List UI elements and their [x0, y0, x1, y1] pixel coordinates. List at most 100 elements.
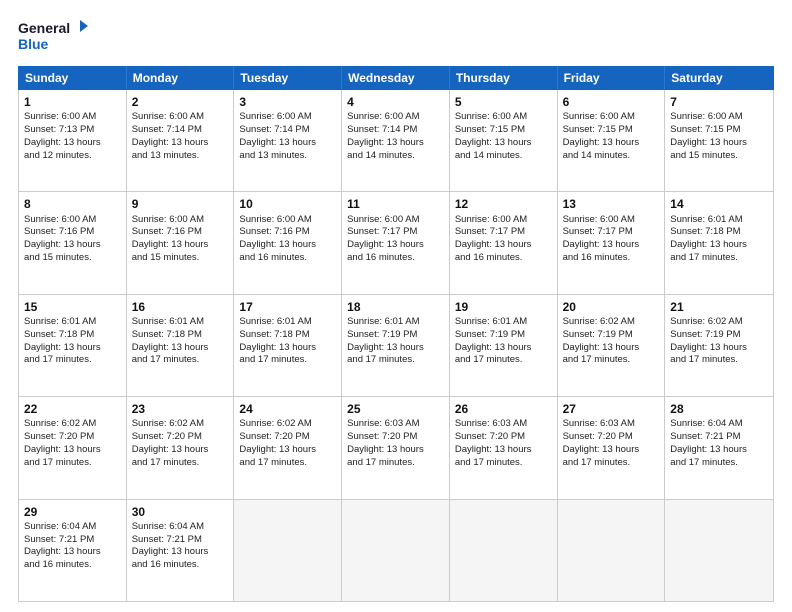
header-cell-wednesday: Wednesday	[342, 66, 450, 90]
day-number: 28	[670, 401, 768, 417]
day-cell-21: 21Sunrise: 6:02 AM Sunset: 7:19 PM Dayli…	[665, 295, 773, 396]
day-number: 23	[132, 401, 229, 417]
day-info: Sunrise: 6:00 AM Sunset: 7:14 PM Dayligh…	[347, 111, 424, 160]
day-cell-12: 12 Sunrise: 6:00 AM Sunset: 7:17 PM Dayli…	[450, 192, 558, 293]
day-cell-29: 29Sunrise: 6:04 AM Sunset: 7:21 PM Dayli…	[19, 500, 127, 601]
page: General Blue SundayMondayTuesdayWednesda…	[0, 0, 792, 612]
day-number: 11	[347, 196, 444, 212]
day-cell-4: 4Sunrise: 6:00 AM Sunset: 7:14 PM Daylig…	[342, 90, 450, 191]
day-number: 22	[24, 401, 121, 417]
header-cell-saturday: Saturday	[665, 66, 773, 90]
day-info: Sunrise: 6:03 AM Sunset: 7:20 PM Dayligh…	[563, 418, 640, 467]
day-info: Sunrise: 6:01 AM Sunset: 7:19 PM Dayligh…	[347, 316, 424, 365]
day-info: Sunrise: 6:01 AM Sunset: 7:18 PM Dayligh…	[670, 214, 747, 263]
day-cell-30: 30Sunrise: 6:04 AM Sunset: 7:21 PM Dayli…	[127, 500, 235, 601]
day-number: 10	[239, 196, 336, 212]
calendar-row-4: 29Sunrise: 6:04 AM Sunset: 7:21 PM Dayli…	[19, 500, 773, 601]
day-cell-6: 6Sunrise: 6:00 AM Sunset: 7:15 PM Daylig…	[558, 90, 666, 191]
day-number: 20	[563, 299, 660, 315]
day-cell-2: 2Sunrise: 6:00 AM Sunset: 7:14 PM Daylig…	[127, 90, 235, 191]
svg-text:Blue: Blue	[18, 36, 49, 52]
day-number: 13	[563, 196, 660, 212]
day-cell-22: 22Sunrise: 6:02 AM Sunset: 7:20 PM Dayli…	[19, 397, 127, 498]
day-info: Sunrise: 6:01 AM Sunset: 7:18 PM Dayligh…	[132, 316, 209, 365]
day-cell-10: 10 Sunrise: 6:00 AM Sunset: 7:16 PM Dayli…	[234, 192, 342, 293]
header-cell-thursday: Thursday	[450, 66, 558, 90]
svg-text:General: General	[18, 20, 70, 36]
day-number: 17	[239, 299, 336, 315]
day-cell-23: 23Sunrise: 6:02 AM Sunset: 7:20 PM Dayli…	[127, 397, 235, 498]
day-cell-7: 7Sunrise: 6:00 AM Sunset: 7:15 PM Daylig…	[665, 90, 773, 191]
logo-svg: General Blue	[18, 18, 88, 56]
day-number: 19	[455, 299, 552, 315]
day-number: 21	[670, 299, 768, 315]
day-number: 9	[132, 196, 229, 212]
day-cell-14: 14 Sunrise: 6:01 AM Sunset: 7:18 PM Dayli…	[665, 192, 773, 293]
day-info: Sunrise: 6:02 AM Sunset: 7:19 PM Dayligh…	[670, 316, 747, 365]
day-cell-18: 18Sunrise: 6:01 AM Sunset: 7:19 PM Dayli…	[342, 295, 450, 396]
calendar-header: SundayMondayTuesdayWednesdayThursdayFrid…	[18, 66, 774, 90]
day-info: Sunrise: 6:04 AM Sunset: 7:21 PM Dayligh…	[670, 418, 747, 467]
calendar: SundayMondayTuesdayWednesdayThursdayFrid…	[18, 66, 774, 602]
calendar-row-3: 22Sunrise: 6:02 AM Sunset: 7:20 PM Dayli…	[19, 397, 773, 499]
day-cell-8: 8 Sunrise: 6:00 AM Sunset: 7:16 PM Daylig…	[19, 192, 127, 293]
day-info: Sunrise: 6:02 AM Sunset: 7:20 PM Dayligh…	[24, 418, 101, 467]
day-number: 12	[455, 196, 552, 212]
day-info: Sunrise: 6:00 AM Sunset: 7:17 PM Dayligh…	[563, 214, 640, 263]
day-cell-15: 15Sunrise: 6:01 AM Sunset: 7:18 PM Dayli…	[19, 295, 127, 396]
day-info: Sunrise: 6:00 AM Sunset: 7:15 PM Dayligh…	[670, 111, 747, 160]
day-info: Sunrise: 6:00 AM Sunset: 7:16 PM Dayligh…	[24, 214, 101, 263]
day-info: Sunrise: 6:03 AM Sunset: 7:20 PM Dayligh…	[347, 418, 424, 467]
header-cell-sunday: Sunday	[19, 66, 127, 90]
day-info: Sunrise: 6:00 AM Sunset: 7:15 PM Dayligh…	[455, 111, 532, 160]
header-cell-monday: Monday	[127, 66, 235, 90]
day-number: 8	[24, 196, 121, 212]
day-cell-17: 17Sunrise: 6:01 AM Sunset: 7:18 PM Dayli…	[234, 295, 342, 396]
day-cell-25: 25Sunrise: 6:03 AM Sunset: 7:20 PM Dayli…	[342, 397, 450, 498]
day-info: Sunrise: 6:00 AM Sunset: 7:14 PM Dayligh…	[239, 111, 316, 160]
day-info: Sunrise: 6:00 AM Sunset: 7:13 PM Dayligh…	[24, 111, 101, 160]
day-info: Sunrise: 6:00 AM Sunset: 7:14 PM Dayligh…	[132, 111, 209, 160]
logo: General Blue	[18, 18, 88, 56]
day-number: 14	[670, 196, 768, 212]
day-number: 1	[24, 94, 121, 110]
day-info: Sunrise: 6:02 AM Sunset: 7:20 PM Dayligh…	[239, 418, 316, 467]
day-info: Sunrise: 6:00 AM Sunset: 7:16 PM Dayligh…	[132, 214, 209, 263]
empty-cell	[450, 500, 558, 601]
day-cell-24: 24Sunrise: 6:02 AM Sunset: 7:20 PM Dayli…	[234, 397, 342, 498]
day-number: 24	[239, 401, 336, 417]
day-number: 15	[24, 299, 121, 315]
day-cell-9: 9 Sunrise: 6:00 AM Sunset: 7:16 PM Daylig…	[127, 192, 235, 293]
day-cell-19: 19Sunrise: 6:01 AM Sunset: 7:19 PM Dayli…	[450, 295, 558, 396]
day-cell-5: 5Sunrise: 6:00 AM Sunset: 7:15 PM Daylig…	[450, 90, 558, 191]
day-number: 18	[347, 299, 444, 315]
day-info: Sunrise: 6:03 AM Sunset: 7:20 PM Dayligh…	[455, 418, 532, 467]
day-number: 16	[132, 299, 229, 315]
day-number: 6	[563, 94, 660, 110]
day-info: Sunrise: 6:02 AM Sunset: 7:19 PM Dayligh…	[563, 316, 640, 365]
empty-cell	[558, 500, 666, 601]
day-info: Sunrise: 6:04 AM Sunset: 7:21 PM Dayligh…	[24, 521, 101, 570]
day-number: 7	[670, 94, 768, 110]
day-info: Sunrise: 6:01 AM Sunset: 7:18 PM Dayligh…	[24, 316, 101, 365]
calendar-row-2: 15Sunrise: 6:01 AM Sunset: 7:18 PM Dayli…	[19, 295, 773, 397]
day-info: Sunrise: 6:00 AM Sunset: 7:16 PM Dayligh…	[239, 214, 316, 263]
header: General Blue	[18, 18, 774, 56]
day-number: 26	[455, 401, 552, 417]
header-cell-tuesday: Tuesday	[234, 66, 342, 90]
day-info: Sunrise: 6:01 AM Sunset: 7:18 PM Dayligh…	[239, 316, 316, 365]
day-info: Sunrise: 6:00 AM Sunset: 7:17 PM Dayligh…	[455, 214, 532, 263]
day-number: 29	[24, 504, 121, 520]
day-cell-26: 26Sunrise: 6:03 AM Sunset: 7:20 PM Dayli…	[450, 397, 558, 498]
empty-cell	[234, 500, 342, 601]
empty-cell	[665, 500, 773, 601]
day-number: 27	[563, 401, 660, 417]
calendar-row-0: 1Sunrise: 6:00 AM Sunset: 7:13 PM Daylig…	[19, 90, 773, 192]
day-cell-20: 20Sunrise: 6:02 AM Sunset: 7:19 PM Dayli…	[558, 295, 666, 396]
day-number: 30	[132, 504, 229, 520]
day-cell-1: 1Sunrise: 6:00 AM Sunset: 7:13 PM Daylig…	[19, 90, 127, 191]
day-info: Sunrise: 6:04 AM Sunset: 7:21 PM Dayligh…	[132, 521, 209, 570]
day-number: 25	[347, 401, 444, 417]
day-cell-11: 11Sunrise: 6:00 AM Sunset: 7:17 PM Dayli…	[342, 192, 450, 293]
day-info: Sunrise: 6:01 AM Sunset: 7:19 PM Dayligh…	[455, 316, 532, 365]
